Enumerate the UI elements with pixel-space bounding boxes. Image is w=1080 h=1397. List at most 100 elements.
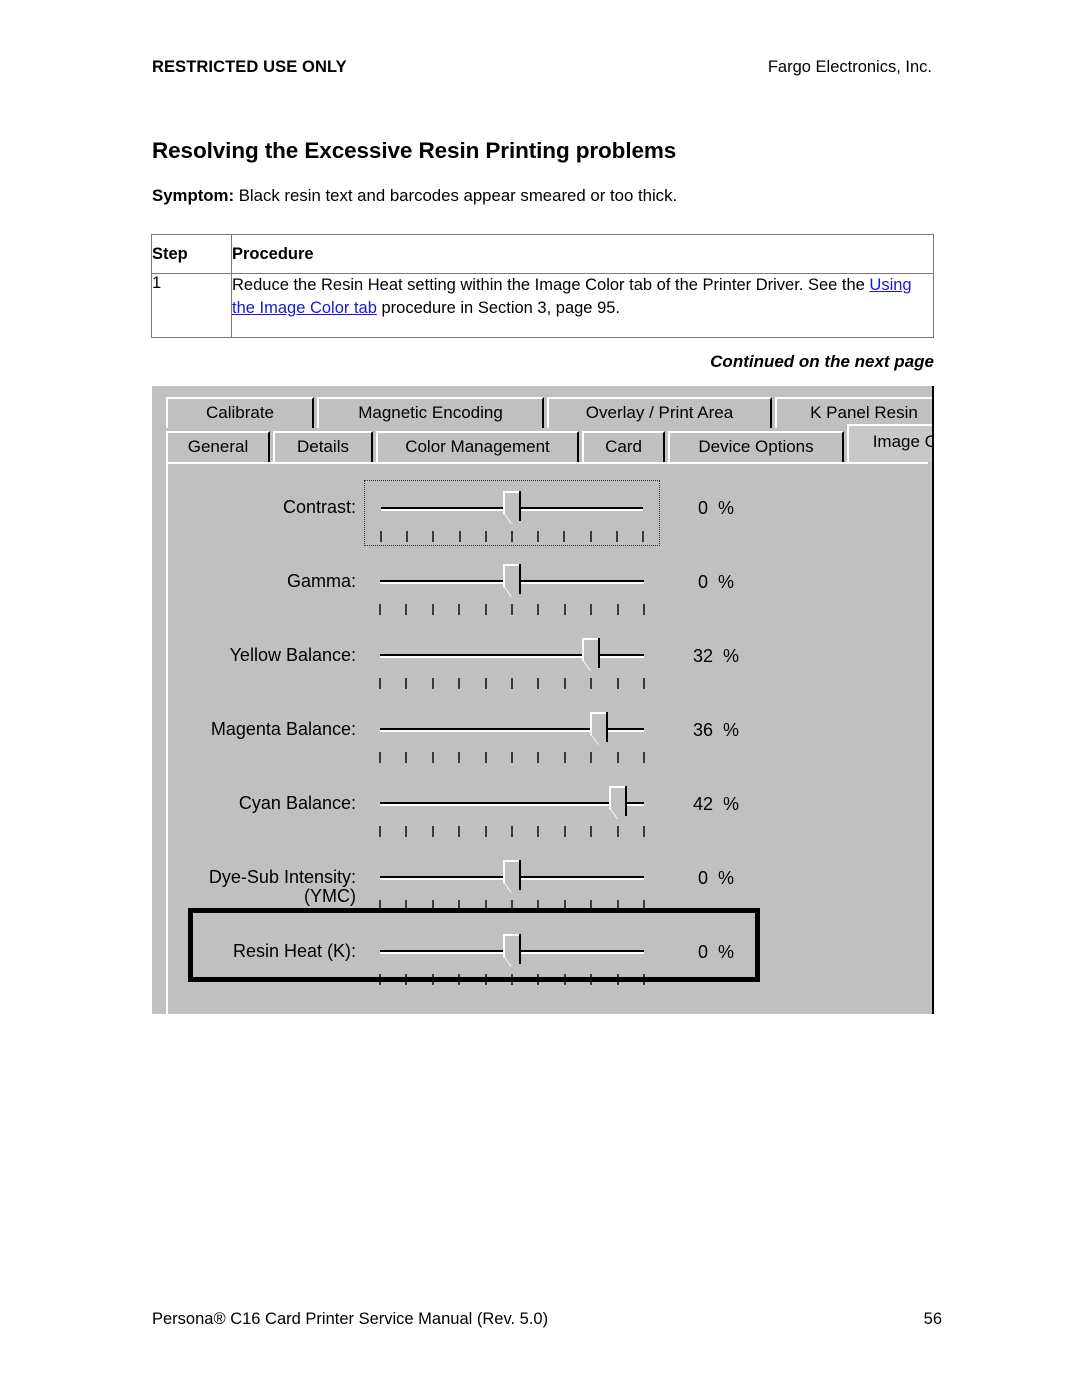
symptom-text: Black resin text and barcodes appear sme… bbox=[238, 186, 678, 205]
slider-value-number: 36 bbox=[692, 720, 713, 740]
slider-label-contrast: Contrast: bbox=[282, 497, 356, 517]
slider-tick bbox=[458, 531, 461, 542]
tab-color-management[interactable]: Color Management bbox=[376, 431, 579, 462]
slider-tick bbox=[405, 604, 408, 615]
slider-tick bbox=[431, 678, 434, 689]
slider-tick bbox=[643, 678, 645, 689]
slider-value-number: 0 bbox=[697, 942, 708, 962]
slider-track-resin-heat-k[interactable] bbox=[364, 924, 660, 990]
slider-tick bbox=[405, 900, 408, 911]
slider-tick bbox=[379, 974, 381, 985]
slider-tick bbox=[484, 900, 487, 911]
slider-tick bbox=[537, 752, 540, 763]
slider-tick bbox=[616, 752, 619, 763]
slider-tick bbox=[537, 974, 540, 985]
slider-tick bbox=[643, 826, 645, 837]
tab-calibrate[interactable]: Calibrate bbox=[166, 397, 314, 428]
slider-tick bbox=[537, 826, 540, 837]
slider-row-cyan-balance: Cyan Balance: 42 % bbox=[168, 776, 928, 850]
slider-tickmarks bbox=[379, 826, 645, 838]
continued-note: Continued on the next page bbox=[710, 352, 934, 371]
slider-tick bbox=[379, 826, 381, 837]
slider-row-magenta-balance: Magenta Balance: 36 % bbox=[168, 702, 928, 776]
slider-tick bbox=[458, 604, 461, 615]
slider-tick bbox=[379, 678, 381, 689]
slider-value-cyan-balance: 42 % bbox=[660, 776, 772, 815]
slider-tick bbox=[590, 974, 593, 985]
tab-device-options[interactable]: Device Options bbox=[668, 431, 844, 462]
slider-value-resin-heat-k: 0 % bbox=[660, 924, 772, 963]
slider-tickmarks bbox=[379, 604, 645, 616]
slider-thumb-cyan-balance[interactable] bbox=[608, 786, 627, 824]
slider-tick bbox=[484, 678, 487, 689]
slider-value-unit: % bbox=[718, 868, 735, 888]
cell-procedure-text: Reduce the Resin Heat setting within the… bbox=[231, 273, 934, 338]
slider-tick bbox=[563, 974, 566, 985]
page-title: Resolving the Excessive Resin Printing p… bbox=[152, 138, 677, 163]
procedure-text-before-link: Reduce the Resin Heat setting within the… bbox=[232, 276, 870, 294]
procedure-table: Step Procedure 1 Reduce the Resin Heat s… bbox=[151, 234, 934, 338]
slider-thumb-resin-heat-k[interactable] bbox=[503, 934, 521, 972]
slider-tick bbox=[379, 752, 381, 763]
slider-row-resin-heat-k: Resin Heat (K): 0 % bbox=[168, 924, 928, 998]
symptom-label: Symptom: bbox=[152, 186, 235, 205]
slider-thumb-tip-inner bbox=[505, 514, 519, 524]
slider-value-yellow-balance: 32 % bbox=[660, 628, 772, 667]
slider-tickmarks bbox=[379, 752, 645, 764]
slider-track-dye-sub-intensity[interactable] bbox=[364, 850, 660, 916]
slider-track-contrast[interactable] bbox=[364, 480, 660, 546]
tab-card[interactable]: Card bbox=[582, 431, 665, 462]
tab-row-upper: Calibrate Magnetic Encoding Overlay / Prin… bbox=[166, 394, 932, 428]
slider-tick bbox=[616, 604, 619, 615]
tab-general[interactable]: General bbox=[166, 431, 270, 462]
tab-details[interactable]: Details bbox=[273, 431, 373, 462]
slider-tick bbox=[643, 974, 645, 985]
slider-thumb-shadow bbox=[598, 638, 601, 668]
tab-magnetic-encoding[interactable]: Magnetic Encoding bbox=[317, 397, 544, 428]
column-header-step: Step bbox=[151, 234, 232, 274]
slider-tick bbox=[458, 826, 461, 837]
slider-tick bbox=[563, 826, 566, 837]
slider-tick bbox=[431, 826, 434, 837]
tab-label: Color Management bbox=[405, 437, 550, 456]
slider-thumb-dye-sub-intensity[interactable] bbox=[503, 860, 521, 898]
slider-tickmarks bbox=[380, 531, 644, 543]
slider-thumb-tip-inner bbox=[505, 957, 519, 967]
slider-value-unit: % bbox=[723, 646, 740, 666]
slider-thumb-shadow bbox=[519, 564, 521, 594]
slider-track-magenta-balance[interactable] bbox=[364, 702, 660, 768]
slider-thumb-yellow-balance[interactable] bbox=[582, 638, 601, 676]
slider-tick bbox=[563, 531, 566, 542]
slider-thumb-contrast[interactable] bbox=[503, 491, 521, 529]
slider-tick bbox=[484, 752, 487, 763]
slider-value-unit: % bbox=[718, 572, 735, 592]
slider-value-unit: % bbox=[723, 720, 740, 740]
tab-label: Card bbox=[605, 437, 642, 456]
slider-label-yellow-balance: Yellow Balance: bbox=[229, 645, 356, 665]
tab-overlay-print-area[interactable]: Overlay / Print Area bbox=[547, 397, 772, 428]
slider-tick bbox=[563, 678, 566, 689]
slider-thumb-shadow bbox=[624, 786, 627, 816]
slider-tick bbox=[511, 974, 513, 985]
slider-thumb-tip-inner bbox=[505, 587, 519, 597]
slider-tick bbox=[405, 826, 408, 837]
footer-manual-title: Persona® C16 Card Printer Service Manual… bbox=[152, 1310, 549, 1328]
slider-tick bbox=[484, 604, 487, 615]
tab-label: Image Color bbox=[872, 431, 932, 451]
slider-thumb-gamma[interactable] bbox=[503, 564, 521, 602]
table-header-row: Step Procedure bbox=[151, 234, 934, 274]
tab-label: Details bbox=[297, 437, 349, 456]
slider-thumb-magenta-balance[interactable] bbox=[590, 712, 609, 750]
slider-track-yellow-balance[interactable] bbox=[364, 628, 660, 694]
slider-tick bbox=[458, 752, 461, 763]
slider-thumb-tip-inner bbox=[592, 735, 607, 745]
slider-track-cyan-balance[interactable] bbox=[364, 776, 660, 842]
slider-tick bbox=[484, 531, 487, 542]
slider-value-number: 0 bbox=[697, 572, 708, 592]
slider-row-gamma: Gamma: 0 % bbox=[168, 554, 928, 628]
slider-tick bbox=[458, 974, 461, 985]
tab-image-color[interactable]: Image Color bbox=[847, 424, 932, 462]
slider-tickmarks bbox=[379, 974, 645, 986]
slider-tick bbox=[405, 678, 408, 689]
slider-track-gamma[interactable] bbox=[364, 554, 660, 620]
